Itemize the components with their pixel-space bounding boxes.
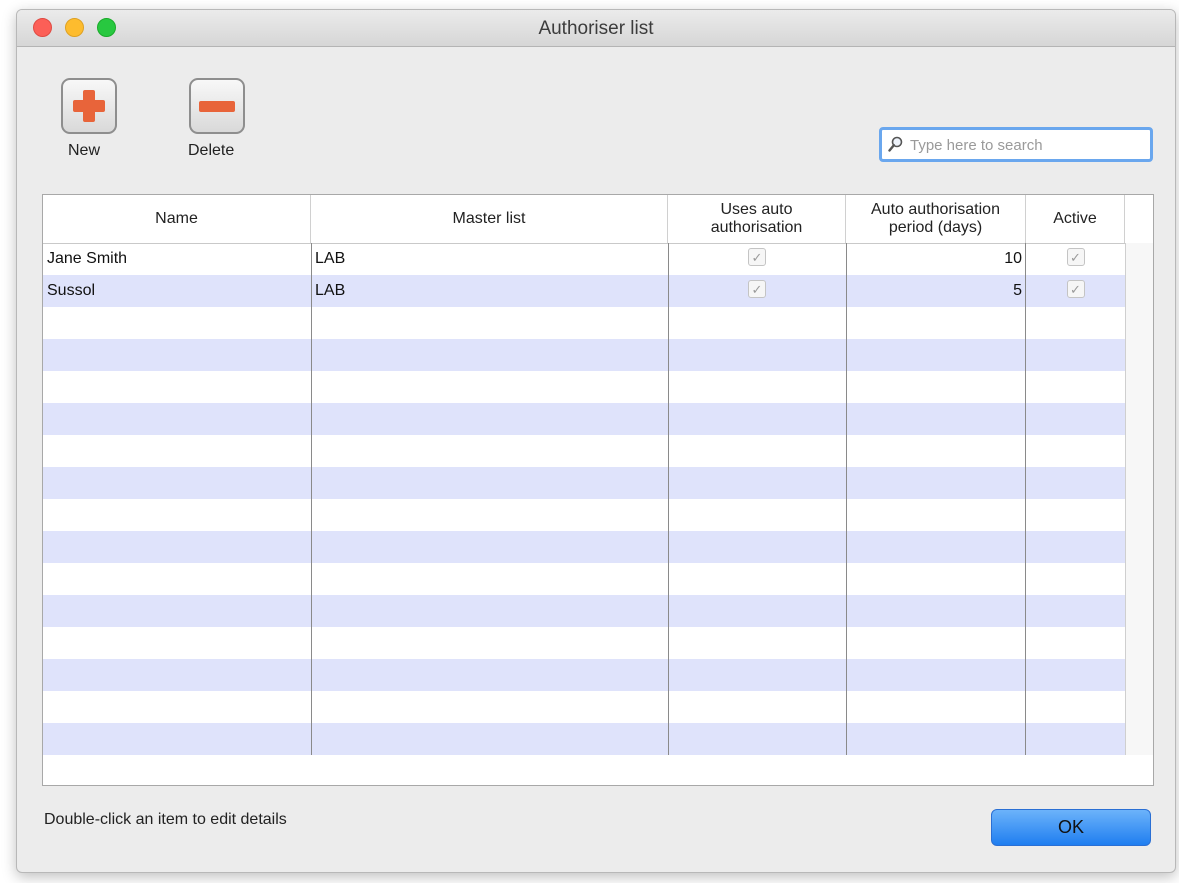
column-header-master-list[interactable]: Master list [311,195,668,243]
column-header-name[interactable]: Name [43,195,311,243]
table-row-empty[interactable] [43,595,1125,627]
magnifier-icon [888,136,903,152]
table-row-empty[interactable] [43,627,1125,659]
uses-auto-cell: ✓ [668,243,846,275]
ok-button[interactable]: OK [991,809,1151,846]
period-cell: 5 [1013,282,1022,299]
active-cell: ✓ [1026,275,1125,307]
table-row-empty[interactable] [43,499,1125,531]
table-header: Name Master list Uses auto authorisation… [43,195,1153,244]
check-icon[interactable]: ✓ [1066,248,1085,267]
column-header-uses-auto-authorisation[interactable]: Uses auto authorisation [668,195,846,243]
column-header-active[interactable]: Active [1026,195,1125,243]
name-cell: Jane Smith [47,250,128,267]
new-button[interactable] [61,78,117,134]
column-header-auto-authorisation-period[interactable]: Auto authorisation period (days) [846,195,1026,243]
active-cell: ✓ [1026,243,1125,275]
table-row-empty[interactable] [43,307,1125,339]
table-row-empty[interactable] [43,467,1125,499]
table-row-empty[interactable] [43,723,1125,755]
search-input[interactable] [910,134,1146,156]
delete-button[interactable] [189,78,245,134]
window-title: Authoriser list [538,18,654,39]
table-row-empty[interactable] [43,531,1125,563]
column-divider [1025,243,1026,755]
search-field[interactable] [879,127,1153,162]
title-bar: Authoriser list [17,10,1175,47]
table-row-empty[interactable] [43,371,1125,403]
master-list-cell: LAB [315,250,346,267]
name-cell: Sussol [47,282,96,299]
table-row-empty[interactable] [43,563,1125,595]
check-icon[interactable]: ✓ [1066,280,1085,299]
column-divider [311,243,312,755]
period-cell: 10 [1004,250,1022,267]
new-button-label: New [68,142,101,159]
table-body: Jane Smith LAB ✓ 10 ✓ Sussol LAB ✓ 5 ✓ [43,243,1125,755]
authoriser-list-window: Authoriser list New Delete Name Master l… [16,9,1176,873]
table-row-empty[interactable] [43,403,1125,435]
authoriser-table: Name Master list Uses auto authorisation… [42,194,1154,786]
check-icon[interactable]: ✓ [748,280,766,299]
check-icon[interactable]: ✓ [748,248,766,267]
column-divider [1125,243,1126,755]
column-header-spacer [1125,195,1153,243]
column-divider [668,243,669,755]
uses-auto-cell: ✓ [668,275,846,307]
table-row-empty[interactable] [43,691,1125,723]
table-row-empty[interactable] [43,435,1125,467]
master-list-cell: LAB [315,282,346,299]
table-row[interactable]: Sussol LAB ✓ 5 ✓ [43,275,1125,307]
table-row-empty[interactable] [43,659,1125,691]
edit-hint: Double-click an item to edit details [44,811,287,828]
delete-button-label: Delete [188,142,235,159]
vertical-scrollbar[interactable] [1125,243,1153,755]
column-divider [846,243,847,755]
table-row[interactable]: Jane Smith LAB ✓ 10 ✓ [43,243,1125,275]
table-row-empty[interactable] [43,339,1125,371]
